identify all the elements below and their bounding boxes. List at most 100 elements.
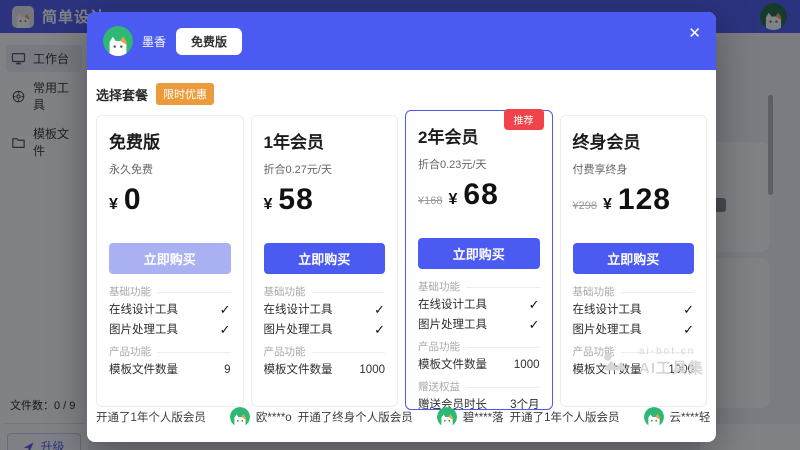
watermark-logo-icon: [602, 351, 632, 373]
feature-section-title: 基础功能: [573, 284, 695, 300]
divider: [157, 292, 231, 293]
feature-section-title: 基础功能: [418, 279, 540, 295]
feature-label: 模板文件数量: [418, 355, 487, 375]
user-avatar-cat-icon: [103, 26, 133, 56]
check-icon: ✓: [683, 300, 694, 320]
divider: [157, 352, 231, 353]
buy-now-button[interactable]: 立即购买: [109, 243, 231, 274]
ticker-item: 开通了1年个人版会员: [96, 409, 206, 425]
feature-value: 9: [224, 360, 230, 380]
section-label: 赠送权益: [418, 381, 460, 393]
check-icon: ✓: [220, 320, 231, 340]
check-icon: ✓: [374, 300, 385, 320]
feature-label: 在线设计工具: [109, 300, 178, 320]
ticker-item: 欧****o 开通了终身个人版会员: [230, 407, 413, 427]
section-label: 基础功能: [418, 281, 460, 293]
feature-label: 在线设计工具: [264, 300, 333, 320]
plan-name: 终身会员: [573, 128, 695, 153]
section-label: 产品功能: [418, 341, 460, 353]
divider: [312, 352, 386, 353]
pricing-modal: 墨香 免费版 ✕ 选择套餐 限时优惠 免费版永久免费¥0立即购买基础功能在线设计…: [87, 12, 716, 442]
divider: [621, 292, 695, 293]
feature-list: 基础功能在线设计工具✓图片处理工具✓产品功能模板文件数量1000赠送权益赠送会员…: [418, 279, 540, 415]
feature-row: 在线设计工具 ✓: [418, 295, 540, 315]
ticker-item: 云****轻开通: [644, 407, 716, 427]
pricing-card[interactable]: 免费版永久免费 ¥0 立即购买基础功能在线设计工具 ✓ 图片处理工具 ✓ 产品功能模板文件数…: [96, 115, 244, 407]
divider: [466, 347, 540, 348]
section-label: 产品功能: [109, 346, 151, 358]
plan-select-header: 选择套餐 限时优惠: [87, 70, 716, 115]
buy-now-button[interactable]: 立即购买: [573, 243, 695, 274]
currency-symbol: ¥: [109, 196, 118, 214]
feature-label: 图片处理工具: [418, 315, 487, 335]
check-icon: ✓: [220, 300, 231, 320]
plan-subtitle: 付费享终身: [573, 161, 695, 177]
price-amount: 0: [124, 183, 142, 217]
watermark-url: ai-bot.cn: [639, 346, 704, 357]
feature-section-title: 基础功能: [109, 284, 231, 300]
ticker-item: 碧****落开通了1年个人版会员: [437, 407, 620, 427]
check-icon: ✓: [374, 320, 385, 340]
recommended-badge: 推荐: [504, 109, 544, 130]
check-icon: ✓: [529, 295, 540, 315]
feature-row: 图片处理工具 ✓: [264, 320, 386, 340]
purchase-ticker: 开通了1年个人版会员欧****o开通了终身个人版会员碧****落开通了1年个人版…: [87, 406, 716, 428]
current-plan-badge[interactable]: 免费版: [176, 28, 242, 55]
ticker-text: 开通了1年个人版会员: [510, 409, 620, 425]
plan-price: ¥298¥128: [573, 183, 695, 219]
pricing-card[interactable]: 1年会员折合0.27元/天 ¥58 立即购买基础功能在线设计工具 ✓ 图片处理工具 ✓ 产品…: [251, 115, 399, 407]
watermark: ai-bot.cn AI工具集: [602, 346, 704, 378]
divider: [312, 292, 386, 293]
old-price: ¥168: [418, 195, 442, 207]
feature-row: 图片处理工具✓: [418, 315, 540, 335]
feature-row: 模板文件数量 9: [109, 360, 231, 380]
plan-subtitle: 折合0.27元/天: [264, 161, 386, 177]
plan-subtitle: 永久免费: [109, 161, 231, 177]
feature-row: 图片处理工具✓: [573, 320, 695, 340]
currency-symbol: ¥: [264, 196, 273, 214]
feature-row: 在线设计工具 ✓: [264, 300, 386, 320]
feature-label: 模板文件数量: [264, 360, 333, 380]
price-amount: 58: [278, 183, 313, 217]
divider: [466, 287, 540, 288]
feature-label: 在线设计工具: [418, 295, 487, 315]
plan-price: ¥0: [109, 183, 231, 219]
buy-now-button[interactable]: 立即购买: [264, 243, 386, 274]
feature-label: 图片处理工具: [109, 320, 178, 340]
price-amount: 128: [618, 183, 671, 217]
feature-row: 在线设计工具 ✓: [109, 300, 231, 320]
section-label: 基础功能: [264, 286, 306, 298]
ticker-text: 开通了1年个人版会员: [96, 409, 206, 425]
limited-offer-badge: 限时优惠: [156, 83, 214, 105]
pricing-card[interactable]: 推荐2年会员折合0.23元/天¥168¥68立即购买基础功能在线设计工具✓图片处…: [405, 110, 553, 410]
section-label: 基础功能: [573, 286, 615, 298]
plan-name: 1年会员: [264, 128, 386, 153]
feature-value: 1000: [359, 360, 385, 380]
feature-label: 图片处理工具: [573, 320, 642, 340]
buy-now-button[interactable]: 立即购买: [418, 238, 540, 269]
divider: [466, 387, 540, 388]
section-label: 产品功能: [264, 346, 306, 358]
modal-header: 墨香 免费版 ✕: [87, 12, 716, 70]
feature-label: 模板文件数量: [109, 360, 178, 380]
feature-value: 1000: [514, 355, 540, 375]
ticker-text: 开通了终身个人版会员: [298, 409, 413, 425]
feature-label: 图片处理工具: [264, 320, 333, 340]
ticker-user: 碧****落: [463, 409, 504, 425]
user-name: 墨香: [142, 33, 166, 50]
feature-section-title: 产品功能: [109, 344, 231, 360]
currency-symbol: ¥: [448, 191, 457, 209]
choose-plan-title: 选择套餐: [96, 85, 148, 104]
feature-row: 图片处理工具 ✓: [109, 320, 231, 340]
old-price: ¥298: [573, 200, 597, 212]
cat-avatar-icon: [230, 407, 250, 427]
watermark-name: AI工具集: [639, 357, 704, 378]
close-icon[interactable]: ✕: [688, 26, 701, 41]
feature-list: 基础功能在线设计工具 ✓ 图片处理工具 ✓ 产品功能模板文件数量 1000: [264, 284, 386, 380]
feature-section-title: 赠送权益: [418, 379, 540, 395]
cat-avatar-icon: [437, 407, 457, 427]
ticker-user: 欧****o: [256, 409, 292, 425]
feature-row: 模板文件数量 1000: [418, 355, 540, 375]
plan-price: ¥58: [264, 183, 386, 219]
plan-name: 免费版: [109, 128, 231, 153]
